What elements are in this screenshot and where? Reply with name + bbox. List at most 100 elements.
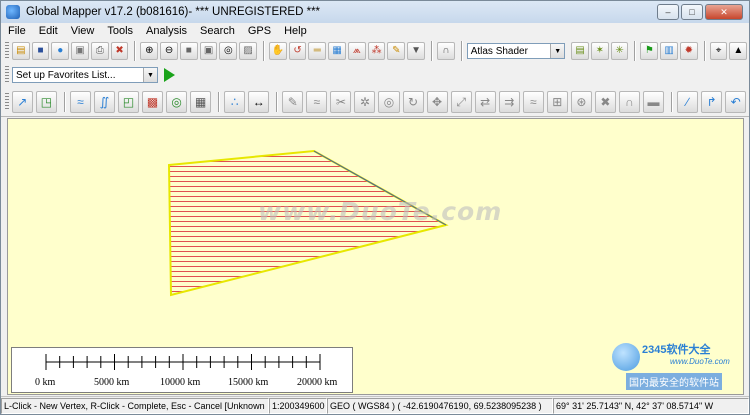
create-spline-icon[interactable]: ∬: [93, 90, 115, 113]
menu-edit[interactable]: Edit: [32, 25, 64, 37]
measure-tool-icon[interactable]: ∕: [677, 90, 699, 113]
create-points-icon[interactable]: ∴: [224, 90, 246, 113]
scale-icon[interactable]: ⤢: [450, 90, 472, 113]
delete-feature-icon[interactable]: ▬: [642, 90, 665, 113]
join-icon[interactable]: ✲: [354, 90, 376, 113]
maximize-button[interactable]: □: [681, 4, 703, 20]
brand-url: www.DuoTe.com: [670, 357, 730, 366]
export-icon[interactable]: ▣: [71, 42, 89, 60]
toolbar-separator: [276, 91, 279, 112]
flag-icon[interactable]: ⚑: [640, 42, 659, 60]
toolbar-grip[interactable]: [5, 66, 9, 84]
toolbar-grip[interactable]: [5, 92, 9, 111]
brand-slogan: 国内最安全的软件站: [626, 373, 722, 390]
edit-select-icon[interactable]: ↗: [11, 90, 33, 113]
toolbar-separator: [671, 91, 674, 112]
menu-gps[interactable]: GPS: [241, 25, 277, 37]
edit-vertices-icon[interactable]: ◳: [35, 90, 57, 113]
open-folder-icon[interactable]: ▤: [11, 42, 30, 60]
brand-logo-text: 2345软件大全: [642, 344, 711, 356]
mascot-logo: [612, 343, 640, 371]
menu-search[interactable]: Search: [193, 25, 241, 37]
path-profile-icon[interactable]: ⁂: [367, 42, 386, 60]
favorites-select[interactable]: Set up Favorites List... ▼: [12, 67, 158, 83]
zoom-scale-icon[interactable]: ◎: [219, 42, 238, 60]
up-arrow-icon[interactable]: ↱: [701, 90, 723, 113]
digitizer-toolbar: ↗ ◳ ≈ ∬ ◰ ▩ ◎ ▦ ∴ ↔ ✎ ≈ ✂ ✲ ◎ ↻ ✥ ⤢ ⇄ ⇉ …: [1, 87, 749, 117]
zoom-in-icon[interactable]: ⊕: [140, 42, 159, 60]
menu-bar: File Edit View Tools Analysis Search GPS…: [1, 23, 749, 39]
status-coordinates: 69° 31' 25.7143" N, 42° 37' 08.5714" W: [553, 397, 749, 414]
overlay-icon[interactable]: ✶: [590, 42, 609, 60]
create-line-icon[interactable]: ≈: [69, 90, 91, 113]
menu-help[interactable]: Help: [277, 25, 313, 37]
toolbar-separator: [634, 41, 637, 61]
main-toolbar: ▤ ■ ● ▣ ⎙ ✖ ⊕ ⊖ ■ ▣ ◎ ▨ ✋ ↺ ═ ▦ ⩕ ⁂ ✎ ▼ …: [1, 39, 749, 63]
toolbar-grip[interactable]: [5, 42, 9, 60]
status-hint: L-Click - New Vertex, R-Click - Complete…: [1, 397, 269, 414]
reshape-icon[interactable]: ✎: [282, 90, 304, 113]
print-icon[interactable]: ⎙: [90, 42, 109, 60]
menu-view[interactable]: View: [64, 25, 101, 37]
terrain-icon[interactable]: ✳: [610, 42, 629, 60]
grid-icon[interactable]: ▦: [190, 90, 212, 113]
measure-dropdown-icon[interactable]: ▼: [407, 42, 425, 60]
title-bar: Global Mapper v17.2 (b081616)- *** UNREG…: [1, 1, 749, 23]
globe-download-icon[interactable]: ●: [51, 42, 70, 60]
smooth-icon[interactable]: ≈: [306, 90, 328, 113]
chevron-down-icon[interactable]: ▼: [550, 44, 565, 58]
menu-tools[interactable]: Tools: [100, 25, 139, 37]
ruler-icon[interactable]: ═: [308, 42, 327, 60]
run-favorite-icon[interactable]: [164, 68, 175, 82]
previous-view-icon[interactable]: ▨: [239, 42, 257, 60]
tower-icon[interactable]: ⩕: [347, 42, 366, 60]
minimize-button[interactable]: –: [657, 4, 679, 20]
insert-vertex-icon[interactable]: ↔: [248, 90, 270, 113]
save-icon[interactable]: ■: [31, 42, 50, 60]
favorites-toolbar: Set up Favorites List... ▼: [1, 64, 749, 86]
north-arrow-icon[interactable]: ▲: [729, 42, 748, 60]
menu-file[interactable]: File: [1, 25, 32, 37]
status-bar: L-Click - New Vertex, R-Click - Complete…: [1, 396, 749, 414]
cave-icon[interactable]: ∩: [436, 42, 455, 60]
mirror-icon[interactable]: ⇄: [474, 90, 496, 113]
shader-settings-icon[interactable]: ▤: [571, 42, 589, 60]
crosshair-icon[interactable]: ⌖: [709, 42, 728, 60]
rotate-icon[interactable]: ↻: [402, 90, 424, 113]
digitizer-icon[interactable]: ✎: [387, 42, 406, 60]
crop-icon[interactable]: ◎: [378, 90, 400, 113]
undo-icon[interactable]: ↶: [725, 90, 747, 113]
buffer-icon[interactable]: ◎: [166, 90, 188, 113]
status-projection: GEO ( WGS84 ) ( -42.6190476190, 69.52380…: [327, 397, 553, 414]
shader-select[interactable]: Atlas Shader ▼: [466, 43, 566, 59]
3d-view-icon[interactable]: ▦: [328, 42, 346, 60]
scale-label: 10000 km: [160, 377, 201, 388]
lasso-icon[interactable]: ↺: [288, 42, 307, 60]
simplify-icon[interactable]: ≈: [522, 90, 544, 113]
app-window: Global Mapper v17.2 (b081616)- *** UNREG…: [0, 0, 750, 415]
zoom-out-icon[interactable]: ⊖: [160, 42, 178, 60]
chevron-down-icon[interactable]: ▼: [143, 68, 157, 82]
merge-icon[interactable]: ⊛: [570, 90, 592, 113]
intersect-icon[interactable]: ∩: [618, 90, 640, 113]
toolbar-separator: [460, 41, 463, 61]
status-scale: 1:200349600: [269, 397, 327, 414]
star-icon[interactable]: ✹: [679, 42, 698, 60]
combine-icon[interactable]: ⊞: [546, 90, 568, 113]
move-icon[interactable]: ✥: [426, 90, 448, 113]
config-icon[interactable]: ✖: [110, 42, 129, 60]
pan-icon[interactable]: ✋: [268, 42, 287, 60]
map-view[interactable]: www.DuoTe.com 0 km 5000 km 10000 km 1500…: [7, 118, 744, 395]
layer-icon[interactable]: ▥: [660, 42, 678, 60]
toolbar-separator: [430, 41, 433, 61]
offset-icon[interactable]: ⇉: [498, 90, 520, 113]
close-button[interactable]: ✕: [705, 4, 743, 20]
create-area-icon[interactable]: ◰: [118, 90, 140, 113]
cut-icon[interactable]: ✖: [594, 90, 616, 113]
create-cutout-icon[interactable]: ▩: [142, 90, 164, 113]
scale-label: 20000 km: [297, 377, 338, 388]
zoom-full-icon[interactable]: ■: [179, 42, 198, 60]
split-icon[interactable]: ✂: [330, 90, 352, 113]
menu-analysis[interactable]: Analysis: [139, 25, 193, 37]
zoom-extent-icon[interactable]: ▣: [199, 42, 218, 60]
